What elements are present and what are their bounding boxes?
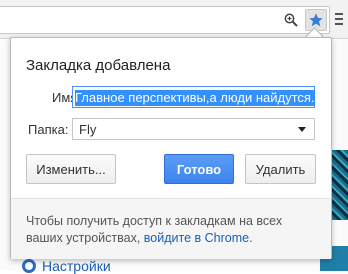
bookmark-bubble: Закладка добавлена Имя: Главное перспект… [10,37,332,259]
settings-label: Настройки [42,258,111,274]
edit-button[interactable]: Изменить... [26,154,116,184]
sign-in-link[interactable]: войдите в Chrome [144,231,249,245]
bookmark-name-value: Главное перспективы,а люди найдутся. [75,90,315,106]
sync-footer: Чтобы получить доступ к закладкам на все… [11,198,331,259]
folder-label: Папка: [28,122,69,137]
browser-toolbar [0,0,348,39]
menu-icon[interactable] [334,10,344,28]
bookmark-name-input[interactable]: Главное перспективы,а люди найдутся. [72,86,315,108]
settings-link[interactable]: Настройки [22,258,111,274]
sync-promo-period: . [249,231,253,245]
chevron-down-icon [298,127,306,132]
bubble-title: Закладка добавлена [26,57,171,74]
delete-button[interactable]: Удалить [245,154,316,184]
zoom-icon[interactable] [282,11,300,29]
address-bar[interactable] [0,6,330,34]
sync-promo-text: Чтобы получить доступ к закладкам на все… [26,213,321,247]
done-button[interactable]: Готово [164,154,234,184]
folder-select[interactable]: Fly [72,118,315,140]
folder-value: Fly [79,122,97,137]
bookmark-star-icon[interactable] [305,9,327,31]
